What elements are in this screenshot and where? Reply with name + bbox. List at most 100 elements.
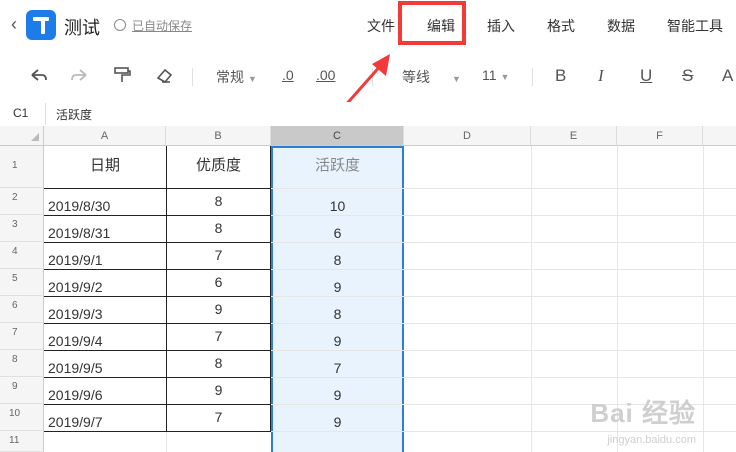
toolbar-separator bbox=[192, 68, 193, 86]
column-header-f[interactable]: F bbox=[617, 126, 703, 146]
font-color-button[interactable]: A bbox=[722, 66, 733, 86]
table-border bbox=[44, 404, 271, 405]
font-family-select[interactable]: 等线 ▼ bbox=[402, 67, 461, 87]
cell-reference[interactable]: C1 bbox=[13, 106, 28, 120]
column-header-d[interactable]: D bbox=[404, 126, 531, 146]
table-border bbox=[44, 431, 271, 432]
cell-date[interactable]: 2019/9/3 bbox=[48, 307, 103, 321]
cell-date[interactable]: 2019/9/5 bbox=[48, 361, 103, 375]
header-cell-quality[interactable]: 优质度 bbox=[166, 158, 271, 173]
cell-activity[interactable]: 6 bbox=[271, 226, 404, 240]
row-header[interactable]: 7 bbox=[0, 323, 44, 350]
eraser-icon[interactable] bbox=[154, 66, 174, 84]
font-size-select[interactable]: 11 ▼ bbox=[482, 67, 509, 83]
cell-quality[interactable]: 8 bbox=[166, 356, 271, 370]
cell-quality[interactable]: 9 bbox=[166, 383, 271, 397]
row-header[interactable]: 4 bbox=[0, 242, 44, 269]
decrease-decimal-button[interactable]: .0 bbox=[282, 67, 294, 83]
formula-bar bbox=[0, 102, 736, 127]
cell-activity[interactable]: 9 bbox=[271, 388, 404, 402]
italic-button[interactable]: I bbox=[598, 66, 604, 86]
gridline bbox=[703, 146, 704, 452]
font-family-label: 等线 bbox=[402, 69, 430, 85]
save-status-icon bbox=[114, 19, 126, 31]
formula-input[interactable]: 活跃度 bbox=[56, 106, 92, 123]
cell-quality[interactable]: 9 bbox=[166, 302, 271, 316]
header-cell-activity[interactable]: 活跃度 bbox=[271, 158, 404, 173]
cell-date[interactable]: 2019/8/31 bbox=[48, 226, 110, 240]
row-header[interactable]: 9 bbox=[0, 377, 44, 404]
row-header[interactable]: 8 bbox=[0, 350, 44, 377]
table-border bbox=[44, 350, 271, 351]
cell-activity[interactable]: 8 bbox=[271, 307, 404, 321]
cell-quality[interactable]: 6 bbox=[166, 275, 271, 289]
menu-smart-tools[interactable]: 智能工具 bbox=[667, 16, 723, 36]
row-header[interactable]: 2 bbox=[0, 188, 44, 215]
table-border bbox=[44, 215, 271, 216]
row-header[interactable]: 1 bbox=[0, 146, 44, 188]
save-status-text[interactable]: 已自动保存 bbox=[132, 17, 192, 34]
font-size-label: 11 bbox=[482, 67, 497, 83]
select-all-corner[interactable] bbox=[0, 126, 44, 146]
annotation-highlight-box bbox=[398, 1, 466, 45]
cell-activity[interactable]: 7 bbox=[271, 361, 404, 375]
document-title[interactable]: 测试 bbox=[64, 14, 100, 40]
row-header[interactable]: 10 bbox=[0, 404, 44, 431]
table-border bbox=[44, 188, 271, 189]
underline-button[interactable]: U bbox=[640, 66, 652, 86]
baidu-watermark-url: jingyan.baidu.com bbox=[607, 434, 696, 446]
cell-quality[interactable]: 8 bbox=[166, 221, 271, 235]
cell-date[interactable]: 2019/9/2 bbox=[48, 280, 103, 294]
cell-date[interactable]: 2019/9/4 bbox=[48, 334, 103, 348]
cell-activity[interactable]: 10 bbox=[271, 199, 404, 213]
number-format-select[interactable]: 常规 ▼ bbox=[216, 67, 257, 87]
menu-data[interactable]: 数据 bbox=[607, 16, 635, 36]
toolbar-separator bbox=[532, 68, 533, 86]
back-chevron-icon[interactable]: ‹ bbox=[8, 14, 20, 35]
cell-quality[interactable]: 7 bbox=[166, 410, 271, 424]
cell-date[interactable]: 2019/9/7 bbox=[48, 415, 103, 429]
table-border bbox=[44, 323, 271, 324]
bold-button[interactable]: B bbox=[555, 66, 566, 86]
number-format-label: 常规 bbox=[216, 69, 244, 85]
row-header[interactable]: 11 bbox=[0, 431, 44, 452]
column-header-b[interactable]: B bbox=[166, 126, 271, 146]
app-logo-icon bbox=[26, 10, 56, 40]
menu-format[interactable]: 格式 bbox=[547, 16, 575, 36]
cell-activity[interactable]: 9 bbox=[271, 334, 404, 348]
cell-activity[interactable]: 9 bbox=[271, 415, 404, 429]
cell-quality[interactable]: 7 bbox=[166, 329, 271, 343]
cell-date[interactable]: 2019/8/30 bbox=[48, 199, 110, 213]
undo-icon[interactable] bbox=[28, 66, 48, 84]
cell-quality[interactable]: 7 bbox=[166, 248, 271, 262]
column-header-e[interactable]: E bbox=[531, 126, 617, 146]
column-header-c[interactable]: C bbox=[271, 126, 404, 146]
cell-date[interactable]: 2019/9/6 bbox=[48, 388, 103, 402]
row-header[interactable]: 3 bbox=[0, 215, 44, 242]
chevron-down-icon: ▼ bbox=[500, 72, 510, 82]
baidu-watermark: Bai 经验 bbox=[590, 398, 696, 428]
gridline bbox=[531, 146, 532, 452]
cell-activity[interactable]: 8 bbox=[271, 253, 404, 267]
cell-activity[interactable]: 9 bbox=[271, 280, 404, 294]
column-header-a[interactable]: A bbox=[44, 126, 166, 146]
chevron-down-icon: ▼ bbox=[248, 74, 257, 84]
column-header-next[interactable] bbox=[703, 126, 736, 146]
menu-insert[interactable]: 插入 bbox=[487, 16, 515, 36]
row-header[interactable]: 6 bbox=[0, 296, 44, 323]
strikethrough-button[interactable]: S bbox=[682, 66, 693, 86]
format-painter-icon[interactable] bbox=[112, 66, 132, 84]
selected-column-c bbox=[271, 146, 404, 452]
redo-icon[interactable] bbox=[70, 66, 90, 84]
formula-separator bbox=[45, 103, 46, 125]
cell-date[interactable]: 2019/9/1 bbox=[48, 253, 103, 267]
menu-file[interactable]: 文件 bbox=[367, 16, 395, 36]
header-cell-date[interactable]: 日期 bbox=[44, 158, 166, 173]
table-border bbox=[44, 269, 271, 270]
table-border bbox=[44, 242, 271, 243]
cell-quality[interactable]: 8 bbox=[166, 194, 271, 208]
table-border bbox=[44, 377, 271, 378]
chevron-down-icon: ▼ bbox=[452, 74, 461, 84]
table-border bbox=[44, 296, 271, 297]
row-header[interactable]: 5 bbox=[0, 269, 44, 296]
